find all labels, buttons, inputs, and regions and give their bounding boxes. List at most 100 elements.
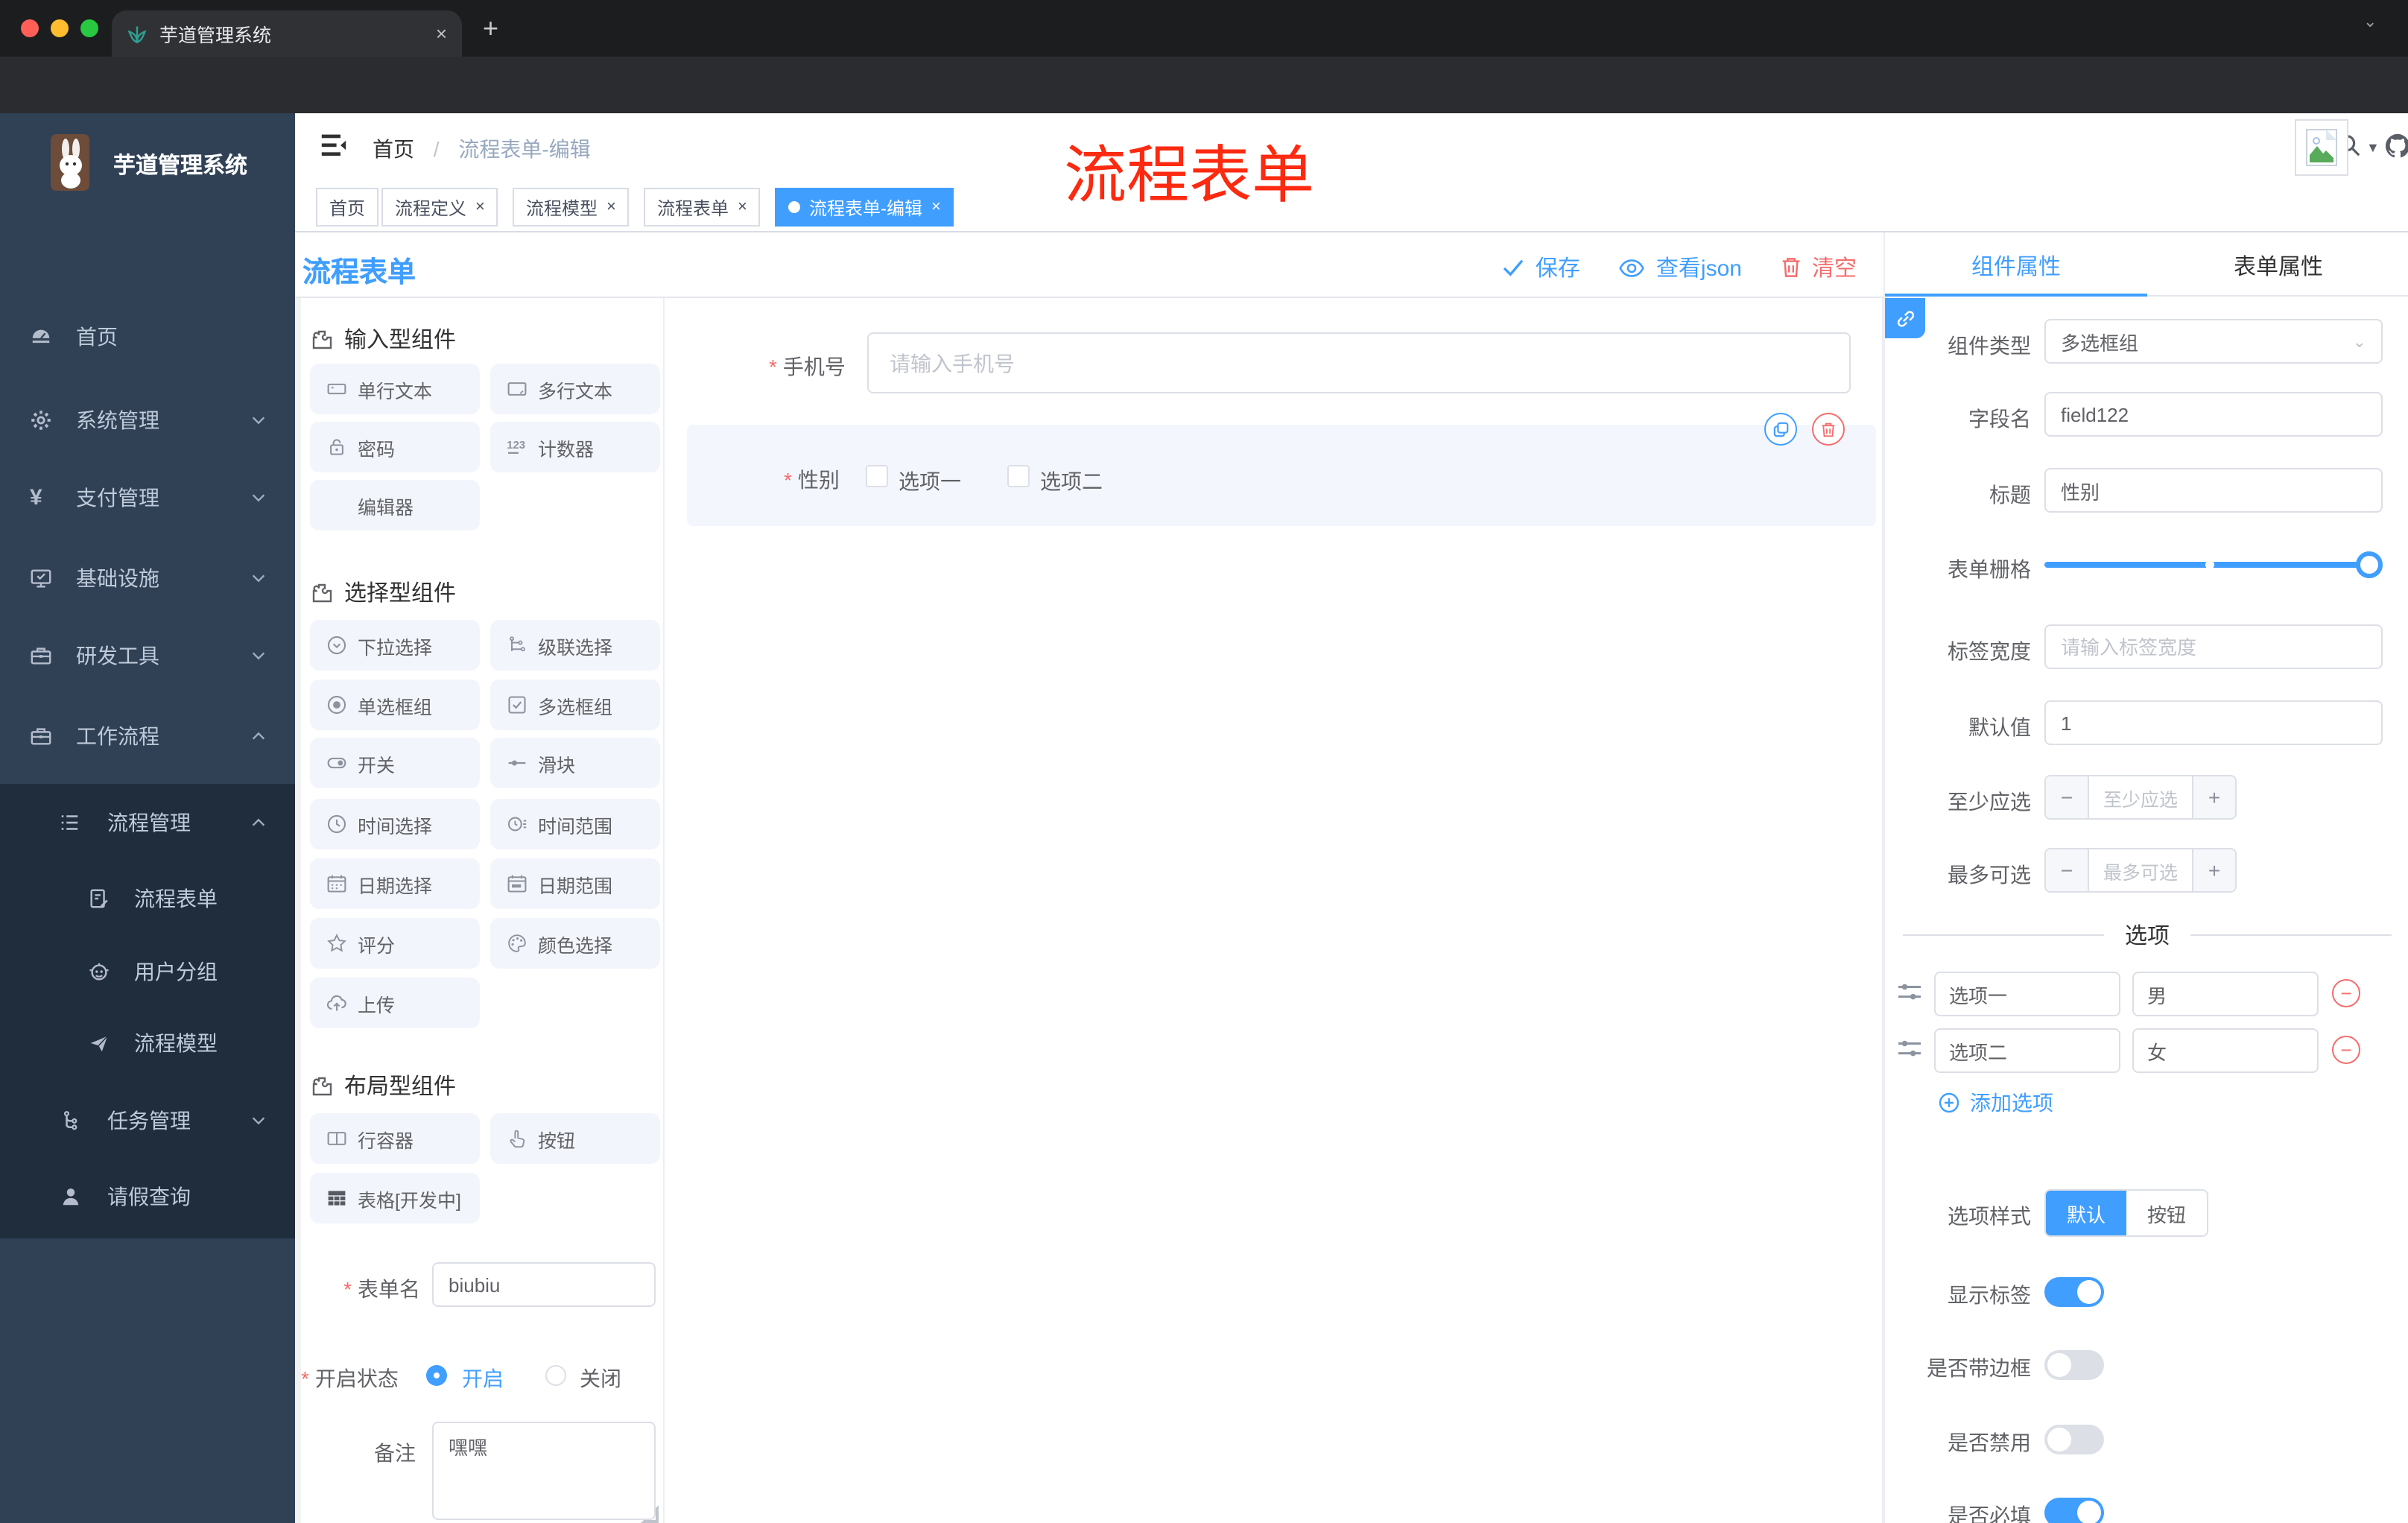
sidebar-item-workflow[interactable]: 工作流程 bbox=[0, 697, 295, 775]
stepper-plus-button[interactable]: + bbox=[2192, 776, 2235, 818]
palette-item-select[interactable]: 下拉选择 bbox=[310, 620, 480, 671]
view-json-button[interactable]: 查看json bbox=[1619, 252, 1742, 283]
option-drag-handle-icon[interactable] bbox=[1897, 1037, 1922, 1060]
clear-button[interactable]: 清空 bbox=[1781, 252, 1857, 283]
remark-textarea[interactable]: 嘿嘿 bbox=[432, 1422, 656, 1520]
sidebar-item-process-form[interactable]: 流程表单 bbox=[0, 861, 295, 936]
avatar-caret-icon[interactable]: ▼ bbox=[2366, 140, 2380, 155]
palette-item-slider[interactable]: 滑块 bbox=[490, 738, 660, 788]
palette-item-multi-text[interactable]: 多行文本 bbox=[490, 364, 660, 414]
remove-option-button[interactable]: − bbox=[2332, 979, 2360, 1007]
palette-item-button[interactable]: 按钮 bbox=[490, 1113, 660, 1164]
slider-handle[interactable] bbox=[2356, 551, 2383, 578]
palette-item-single-text[interactable]: 单行文本 bbox=[310, 364, 480, 414]
option2-value-input[interactable] bbox=[2132, 1028, 2319, 1073]
tag-close-icon[interactable]: × bbox=[606, 198, 616, 216]
palette-scrollbar[interactable] bbox=[295, 298, 301, 1523]
min-select-stepper[interactable]: − 至少应选 + bbox=[2044, 775, 2237, 820]
tab-component-props[interactable]: 组件属性 bbox=[1885, 250, 2147, 282]
palette-item-time-picker[interactable]: 时间选择 bbox=[310, 799, 480, 849]
palette-item-date-range[interactable]: 日期范围 bbox=[490, 858, 660, 909]
add-option-button[interactable]: 添加选项 bbox=[1939, 1088, 2053, 1118]
palette-item-date-picker[interactable]: 日期选择 bbox=[310, 858, 480, 909]
stepper-plus-button[interactable]: + bbox=[2192, 849, 2235, 891]
tab-form-props[interactable]: 表单属性 bbox=[2147, 250, 2408, 282]
disabled-toggle[interactable] bbox=[2044, 1425, 2104, 1454]
remove-option-button[interactable]: − bbox=[2332, 1036, 2360, 1064]
tag-home[interactable]: 首页 bbox=[316, 188, 379, 227]
sidebar-item-system[interactable]: 系统管理 bbox=[0, 381, 295, 459]
palette-item-upload[interactable]: 上传 bbox=[310, 978, 480, 1028]
avatar[interactable] bbox=[2295, 119, 2348, 176]
sidebar-item-leave-query[interactable]: 请假查询 bbox=[0, 1159, 295, 1234]
gender-option2-label[interactable]: 选项二 bbox=[1040, 466, 1103, 496]
form-grid-slider[interactable] bbox=[2044, 551, 2383, 578]
sidebar-item-home[interactable]: 首页 bbox=[0, 298, 295, 376]
form-canvas[interactable]: 手机号 性别 选项一 选项二 bbox=[663, 298, 1883, 1523]
tab-close-icon[interactable]: × bbox=[436, 22, 447, 45]
palette-item-switch[interactable]: 开关 bbox=[310, 738, 480, 788]
palette-item-editor[interactable]: 编辑器 bbox=[310, 480, 480, 531]
traffic-close-button[interactable] bbox=[21, 19, 39, 37]
style-default-button[interactable]: 默认 bbox=[2046, 1191, 2126, 1235]
tag-close-icon[interactable]: × bbox=[738, 198, 747, 216]
status-on-radio[interactable] bbox=[426, 1365, 447, 1390]
required-toggle[interactable] bbox=[2044, 1498, 2104, 1523]
palette-item-rate[interactable]: 评分 bbox=[310, 918, 480, 969]
option1-value-input[interactable] bbox=[2132, 972, 2319, 1016]
form-name-input[interactable] bbox=[432, 1262, 656, 1307]
save-button[interactable]: 保存 bbox=[1503, 252, 1580, 283]
breadcrumb-home[interactable]: 首页 bbox=[373, 137, 414, 161]
palette-item-checkbox-group[interactable]: 多选框组 bbox=[490, 680, 660, 730]
stepper-minus-button[interactable]: − bbox=[2046, 776, 2089, 818]
option-drag-handle-icon[interactable] bbox=[1897, 981, 1922, 1003]
phone-field-input[interactable] bbox=[867, 332, 1851, 393]
traffic-zoom-button[interactable] bbox=[80, 19, 98, 37]
sidebar-item-process-model[interactable]: 流程模型 bbox=[0, 1006, 295, 1080]
traffic-minimize-button[interactable] bbox=[51, 19, 69, 37]
tag-process-form-edit[interactable]: 流程表单-编辑 × bbox=[775, 188, 954, 227]
gender-option2-checkbox[interactable] bbox=[1007, 465, 1030, 492]
default-value-input[interactable] bbox=[2044, 700, 2383, 745]
palette-item-time-range[interactable]: 时间范围 bbox=[490, 799, 660, 849]
sidebar-item-infra[interactable]: 基础设施 bbox=[0, 539, 295, 617]
component-type-select[interactable]: 多选框组 ⌄ bbox=[2044, 319, 2383, 364]
field-name-input[interactable] bbox=[2044, 392, 2383, 437]
option1-label-input[interactable] bbox=[1934, 972, 2120, 1016]
palette-item-cascader[interactable]: 级联选择 bbox=[490, 620, 660, 671]
palette-item-color-picker[interactable]: 颜色选择 bbox=[490, 918, 660, 969]
collapse-sidebar-icon[interactable] bbox=[320, 133, 347, 158]
sidebar-item-user-group[interactable]: 用户分组 bbox=[0, 934, 295, 1009]
style-button-button[interactable]: 按钮 bbox=[2126, 1191, 2207, 1235]
new-tab-button[interactable]: + bbox=[483, 12, 498, 45]
tag-process-form[interactable]: 流程表单 × bbox=[644, 188, 761, 227]
copy-component-button[interactable] bbox=[1764, 413, 1797, 446]
palette-item-table[interactable]: 表格[开发中] bbox=[310, 1173, 480, 1223]
palette-item-password[interactable]: 密码 bbox=[310, 422, 480, 472]
selected-component-block[interactable]: 性别 选项一 选项二 bbox=[687, 425, 1876, 526]
label-width-input[interactable] bbox=[2044, 624, 2383, 669]
title-input[interactable] bbox=[2044, 468, 2383, 513]
tag-process-model[interactable]: 流程模型 × bbox=[513, 188, 630, 227]
sidebar-item-task-mgmt[interactable]: 任务管理 bbox=[0, 1083, 295, 1158]
browser-tab[interactable]: 芋道管理系统 × bbox=[112, 10, 462, 57]
status-off-label[interactable]: 关闭 bbox=[580, 1364, 621, 1393]
gender-option1-checkbox[interactable] bbox=[866, 465, 888, 492]
tag-close-icon[interactable]: × bbox=[475, 198, 485, 216]
palette-item-row-container[interactable]: 行容器 bbox=[310, 1113, 480, 1164]
stepper-minus-button[interactable]: − bbox=[2046, 849, 2089, 891]
palette-item-counter[interactable]: 123 计数器 bbox=[490, 422, 660, 472]
status-off-radio[interactable] bbox=[545, 1365, 566, 1390]
status-on-label[interactable]: 开启 bbox=[462, 1364, 504, 1393]
sidebar-item-process-mgmt[interactable]: 流程管理 bbox=[0, 785, 295, 860]
border-toggle[interactable] bbox=[2044, 1350, 2104, 1380]
gender-option1-label[interactable]: 选项一 bbox=[899, 466, 961, 496]
sidebar-item-payment[interactable]: ¥ 支付管理 bbox=[0, 459, 295, 536]
option2-label-input[interactable] bbox=[1934, 1028, 2120, 1073]
max-select-stepper[interactable]: − 最多可选 + bbox=[2044, 848, 2237, 893]
tag-close-icon[interactable]: × bbox=[931, 198, 941, 216]
window-chevron-icon[interactable]: ⌄ bbox=[2363, 12, 2377, 31]
palette-item-radio-group[interactable]: 单选框组 bbox=[310, 680, 480, 730]
sidebar-item-devtools[interactable]: 研发工具 bbox=[0, 617, 295, 694]
github-icon[interactable] bbox=[2384, 133, 2408, 159]
